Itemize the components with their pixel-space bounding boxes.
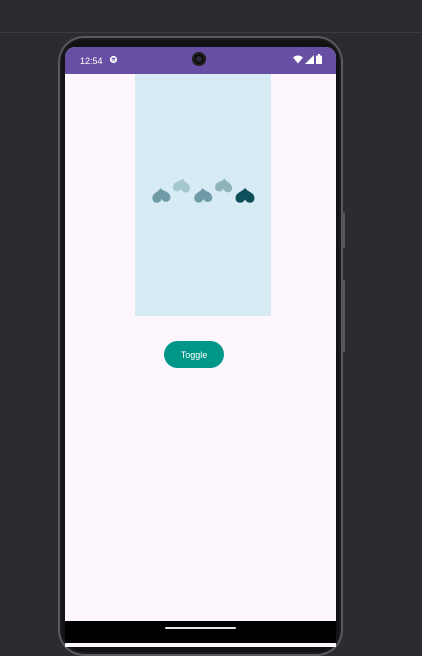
front-camera: [192, 52, 206, 66]
wifi-icon: [293, 55, 303, 63]
heart-3-icon: [194, 188, 213, 203]
status-icons: [293, 54, 322, 64]
navigation-bar: [65, 621, 336, 643]
signal-icon: [305, 54, 314, 64]
home-gesture-bar[interactable]: [165, 627, 236, 629]
device-screen: 12:54 Toggle: [65, 47, 336, 647]
power-button: [342, 212, 345, 248]
window-divider: [0, 32, 422, 33]
notification-icon: [109, 55, 118, 64]
heart-1-icon: [152, 188, 171, 203]
heart-2-icon: [173, 178, 190, 193]
hearts-illustration: [152, 178, 255, 203]
battery-icon: [316, 54, 322, 64]
hearts-preview: [135, 74, 271, 316]
heart-4-icon: [215, 178, 233, 193]
status-time: 12:54: [80, 56, 103, 66]
toggle-button[interactable]: Toggle: [164, 341, 224, 368]
heart-5-icon: [235, 187, 255, 203]
volume-button: [342, 280, 345, 352]
status-bar: 12:54: [65, 47, 336, 74]
